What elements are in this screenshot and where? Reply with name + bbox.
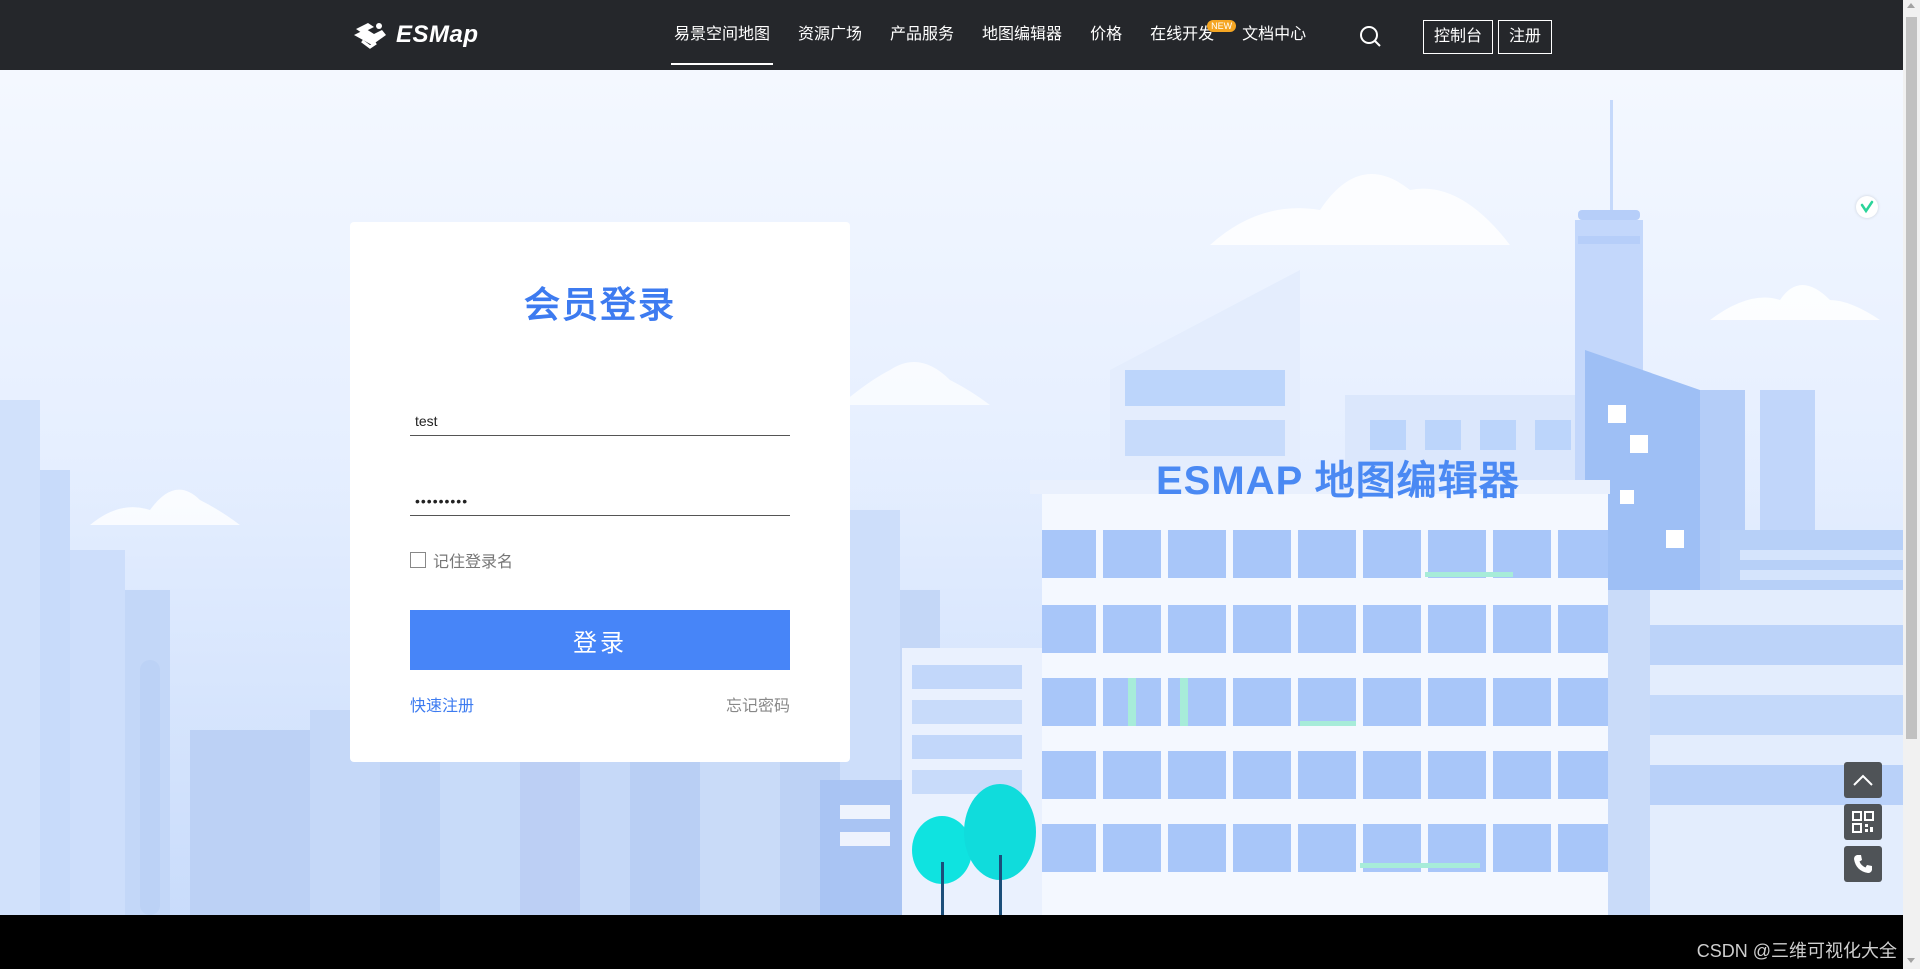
brand-name: ESMap [396, 21, 479, 48]
nav-item-home[interactable]: 易景空间地图 [660, 0, 784, 70]
footer-band: CSDN @三维可视化大全 [0, 915, 1903, 969]
main-nav: 易景空间地图 资源广场 产品服务 地图编辑器 价格 在线开发 NEW 文档中心 [660, 0, 1320, 70]
back-to-top-button[interactable] [1844, 762, 1882, 798]
check-leaf-icon [1860, 200, 1874, 214]
nav-item-products[interactable]: 产品服务 [876, 0, 968, 70]
assistant-icon[interactable] [1856, 196, 1878, 218]
nav-item-pricing[interactable]: 价格 [1076, 0, 1136, 70]
qr-code-button[interactable] [1844, 804, 1882, 840]
nav-item-docs[interactable]: 文档中心 [1228, 0, 1320, 70]
remember-me-checkbox[interactable] [410, 552, 426, 568]
scroll-thumb[interactable] [1906, 17, 1917, 739]
username-input[interactable] [410, 406, 790, 436]
esmap-logo-icon [354, 23, 386, 49]
qr-code-icon [1852, 811, 1874, 833]
password-input[interactable] [410, 486, 790, 516]
scroll-down-arrow-icon[interactable] [1907, 958, 1915, 963]
phone-button[interactable] [1844, 846, 1882, 882]
hero-banner: ESMAP 地图编辑器 [0, 70, 1903, 915]
brand-logo[interactable]: ESMap [352, 17, 479, 53]
forgot-password-link[interactable]: 忘记密码 [726, 692, 790, 716]
remember-me-toggle[interactable]: 记住登录名 [410, 548, 513, 572]
search-icon[interactable] [1356, 22, 1384, 50]
login-button[interactable]: 登录 [410, 610, 790, 670]
page-scrollbar[interactable] [1903, 0, 1920, 969]
top-navbar: ESMap 易景空间地图 资源广场 产品服务 地图编辑器 价格 在线开发 NEW… [0, 0, 1903, 70]
remember-me-label: 记住登录名 [433, 554, 514, 571]
login-title: 会员登录 [523, 284, 676, 325]
city-illustration [0, 100, 1903, 915]
scroll-up-arrow-icon[interactable] [1907, 3, 1915, 8]
console-button[interactable]: 控制台 [1423, 20, 1493, 54]
phone-icon [1854, 855, 1872, 873]
register-button[interactable]: 注册 [1498, 20, 1552, 54]
back-to-top-icon [1853, 774, 1873, 786]
watermark-text: CSDN @三维可视化大全 [1696, 941, 1897, 961]
login-card: 会员登录 记住登录名 登录 快速注册 忘记密码 [350, 222, 850, 762]
quick-register-link[interactable]: 快速注册 [410, 692, 474, 716]
nav-item-online-dev-label: 在线开发 [1150, 26, 1215, 43]
hero-title: ESMAP 地图编辑器 [1156, 459, 1520, 503]
nav-item-map-editor[interactable]: 地图编辑器 [968, 0, 1076, 70]
nav-item-online-dev[interactable]: 在线开发 NEW [1136, 0, 1237, 70]
nav-item-resources[interactable]: 资源广场 [784, 0, 876, 70]
